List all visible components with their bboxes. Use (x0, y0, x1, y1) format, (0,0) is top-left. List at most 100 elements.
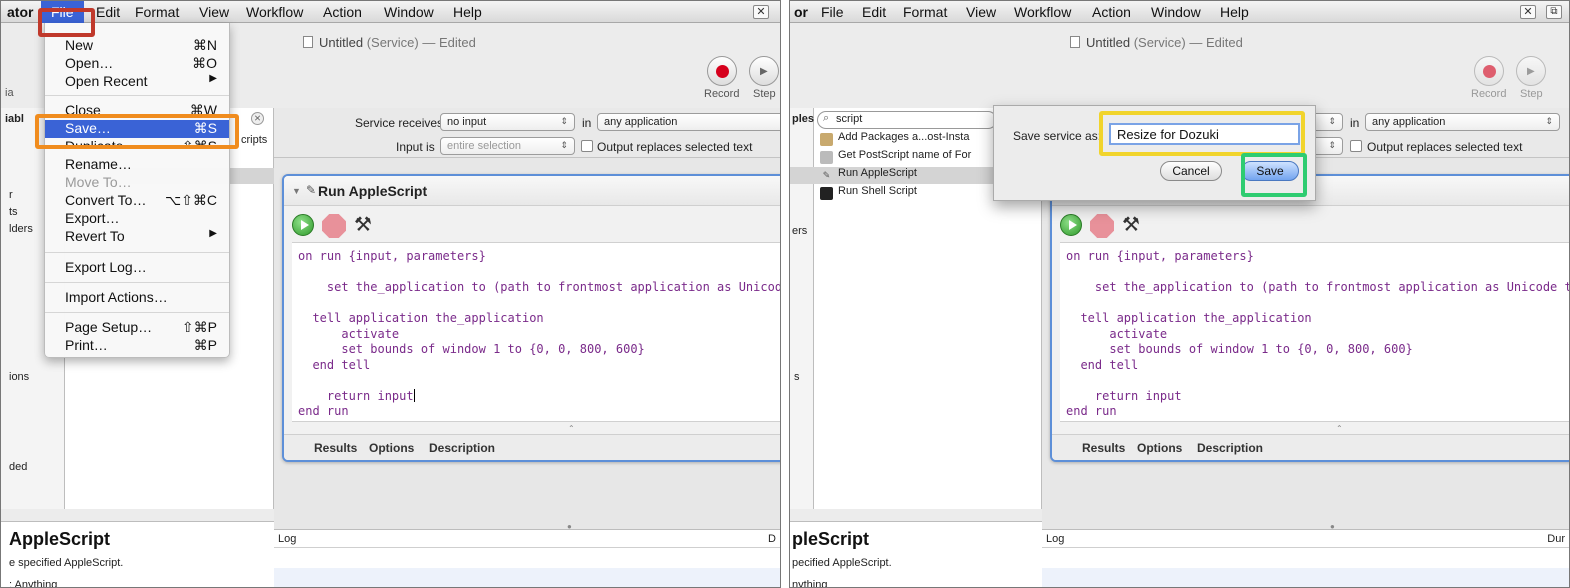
tab-options[interactable]: Options (369, 441, 414, 455)
menu-edit[interactable]: Edit (862, 4, 886, 20)
menu-view[interactable]: View (966, 4, 996, 20)
description-title: pleScript (792, 529, 870, 549)
menu-window[interactable]: Window (384, 4, 434, 20)
menu-item-label: Revert To (65, 228, 125, 244)
applescript-icon: ✎ (822, 170, 831, 180)
code-line: set the_application to (path to frontmos… (1066, 280, 1570, 294)
sidebar-fragment[interactable]: s (794, 371, 800, 383)
menu-item-export[interactable]: Export… (45, 210, 229, 228)
sidebar-fragment[interactable]: r (9, 189, 13, 201)
menu-separator (45, 95, 229, 96)
description-input-type: nything (792, 579, 828, 588)
record-button[interactable] (1474, 56, 1504, 86)
action-list-fragment[interactable]: cripts (241, 134, 267, 146)
code-line: tell application the_application (298, 311, 544, 325)
run-script-button[interactable] (292, 214, 314, 236)
step-button[interactable]: ▶︎ (1516, 56, 1546, 86)
description-text: e specified AppleScript. (9, 557, 124, 569)
script-editor[interactable]: on run {input, parameters} set the_appli… (1060, 242, 1570, 422)
resize-handle-icon[interactable]: ⌃ (568, 424, 575, 433)
menu-edit[interactable]: Edit (96, 4, 120, 20)
sidebar-fragment[interactable]: ts (9, 206, 18, 218)
stop-script-button[interactable] (1090, 214, 1114, 238)
action-title: Run AppleScript (318, 183, 428, 199)
sidebar-fragment[interactable]: lders (9, 223, 33, 235)
step-button[interactable]: ▶︎ (749, 56, 779, 86)
sidebar-fragment[interactable]: ples (792, 113, 814, 125)
close-icon[interactable]: ✕ (753, 5, 769, 19)
clear-search-icon[interactable]: ⨯ (251, 112, 264, 125)
compile-hammer-icon[interactable]: ⚒ (1122, 212, 1140, 237)
log-row (274, 568, 780, 587)
tab-description[interactable]: Description (1197, 441, 1263, 455)
menu-item-export-log[interactable]: Export Log… (45, 259, 229, 277)
output-replaces-checkbox[interactable] (1350, 140, 1362, 152)
menu-item-page-setup[interactable]: Page Setup… ⇧⌘P (45, 319, 229, 337)
menu-action[interactable]: Action (1092, 4, 1131, 20)
menu-file[interactable]: File (821, 4, 844, 20)
document-icon (1070, 36, 1080, 48)
menu-help[interactable]: Help (1220, 4, 1249, 20)
menu-format[interactable]: Format (135, 4, 179, 20)
menu-help[interactable]: Help (453, 4, 482, 20)
script-editor[interactable]: on run {input, parameters} set the_appli… (292, 242, 780, 422)
menu-item-open[interactable]: Open… ⌘O (45, 55, 229, 73)
log-header: Log Dur (1042, 530, 1569, 548)
applescript-icon: ✎ (306, 183, 317, 197)
code-line: on run {input, parameters} (1066, 249, 1254, 263)
menu-item-new[interactable]: New ⌘N (45, 37, 229, 55)
run-script-button[interactable] (1060, 214, 1082, 236)
record-label: Record (704, 88, 740, 100)
sidebar-fragment[interactable]: ded (9, 461, 27, 473)
description-input-type: : Anything (9, 579, 58, 588)
submenu-arrow-icon: ▶ (209, 228, 217, 239)
window-title-kind: (Service) (1133, 35, 1186, 50)
sidebar-fragment[interactable]: ions (9, 371, 29, 383)
menu-workflow[interactable]: Workflow (1014, 4, 1071, 20)
code-line: activate (1066, 326, 1168, 341)
window-title-kind: (Service) (366, 35, 419, 50)
menu-item-label: Open Recent (65, 73, 148, 89)
menu-item-import-actions[interactable]: Import Actions… (45, 289, 229, 307)
output-replaces-checkbox[interactable] (581, 140, 593, 152)
sidebar-fragment[interactable]: ers (792, 225, 807, 237)
menu-view[interactable]: View (199, 4, 229, 20)
resize-handle-icon[interactable]: ⌃ (1336, 424, 1343, 433)
action-card-header[interactable]: ▼ ✎ Run AppleScript (284, 176, 780, 206)
tab-description[interactable]: Description (429, 441, 495, 455)
input-is-popup[interactable]: entire selection ⇕ (440, 137, 575, 155)
menu-window[interactable]: Window (1151, 4, 1201, 20)
close-icon[interactable]: ✕ (1520, 5, 1536, 19)
tab-results[interactable]: Results (1082, 441, 1125, 455)
app-name-menu[interactable]: ator (7, 4, 33, 20)
menu-item-open-recent[interactable]: Open Recent ▶ (45, 73, 229, 91)
tab-results[interactable]: Results (314, 441, 357, 455)
compile-hammer-icon[interactable]: ⚒ (354, 212, 372, 237)
sidebar-fragment[interactable]: iabl (5, 113, 24, 125)
menu-shortcut: ⌘O (192, 55, 217, 71)
menu-action[interactable]: Action (323, 4, 362, 20)
service-receives-popup[interactable]: no input ⇕ (440, 113, 575, 131)
name-field-highlight (1099, 111, 1305, 156)
stop-script-button[interactable] (322, 214, 346, 238)
record-button[interactable] (707, 56, 737, 86)
menu-separator (45, 282, 229, 283)
menu-item-print[interactable]: Print… ⌘P (45, 337, 229, 355)
submenu-arrow-icon: ▶ (209, 73, 217, 84)
menu-workflow[interactable]: Workflow (246, 4, 303, 20)
menu-item-rename[interactable]: Rename… (45, 156, 229, 174)
disclosure-triangle-icon[interactable]: ▼ (292, 186, 301, 196)
cancel-button[interactable]: Cancel (1160, 161, 1222, 181)
tab-options[interactable]: Options (1137, 441, 1182, 455)
window-mode-icon[interactable]: ⧉ (1546, 5, 1562, 19)
app-name-menu[interactable]: or (794, 4, 808, 20)
menu-item-revert-to[interactable]: Revert To ▶ (45, 228, 229, 246)
application-popup[interactable]: any application (597, 113, 780, 131)
application-popup[interactable]: any application ⇕ (1365, 113, 1560, 131)
search-field[interactable]: ⌕ script (817, 111, 997, 129)
menu-format[interactable]: Format (903, 4, 947, 20)
menu-item-convert-to[interactable]: Convert To… ⌥⇧⌘C (45, 192, 229, 210)
code-line: end tell (1066, 357, 1139, 372)
service-receives-label: Service receives (355, 116, 444, 130)
menu-separator (45, 252, 229, 253)
